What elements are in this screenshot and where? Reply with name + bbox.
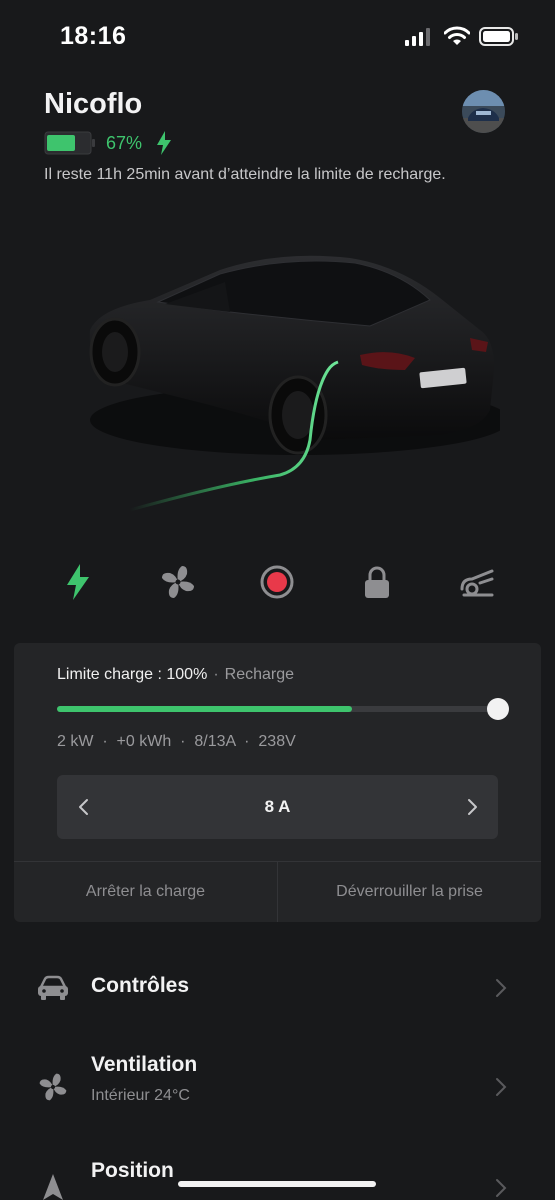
menu-item-position[interactable]: Position (0, 1150, 555, 1200)
charge-time-remaining: Il reste 11h 25min avant d’atteindre la … (44, 166, 446, 183)
menu-item-title: Ventilation (91, 1053, 198, 1076)
battery-percent: 67% (106, 132, 143, 153)
menu-item-ventilation[interactable]: Ventilation Intérieur 24°C (0, 1045, 555, 1125)
unlock-port-button[interactable]: Déverrouiller la prise (278, 862, 541, 922)
vehicle-name: Nicoflo (44, 88, 143, 120)
separator: · (213, 666, 219, 683)
avatar[interactable] (462, 90, 505, 133)
phone-battery-icon (479, 27, 518, 46)
car-icon (38, 975, 68, 1000)
charge-limit-slider-handle[interactable] (487, 698, 509, 720)
charging-bolt-icon (157, 131, 172, 155)
menu-item-title: Position (91, 1159, 174, 1182)
stop-charging-button[interactable]: Arrêter la charge (14, 862, 277, 922)
lock-icon[interactable] (357, 562, 397, 602)
charge-port-icon[interactable] (457, 562, 497, 602)
home-indicator[interactable] (178, 1181, 376, 1187)
charge-limit-row: Limite charge : 100% · Recharge (57, 666, 294, 684)
car-image (89, 255, 500, 512)
battery-status: 67% (44, 130, 172, 156)
record-icon[interactable] (257, 562, 297, 602)
chevron-right-icon (496, 979, 507, 997)
car-battery-icon (44, 131, 95, 155)
charge-stats: 2 kW · +0 kWh · 8/13A · 238V (57, 733, 296, 750)
menu-item-controls[interactable]: Contrôles (0, 955, 555, 1019)
menu-item-subtitle: Intérieur 24°C (91, 1087, 190, 1104)
charge-level-fill (57, 706, 352, 712)
charge-bolt-icon[interactable] (58, 562, 98, 602)
cellular-signal-icon (405, 28, 430, 46)
chevron-right-icon (496, 1078, 507, 1096)
navigation-arrow-icon (43, 1174, 63, 1200)
chevron-right-icon (496, 1179, 507, 1197)
fan-icon[interactable] (158, 562, 198, 602)
wifi-icon (444, 26, 470, 45)
menu-item-title: Contrôles (91, 974, 190, 997)
fan-icon (39, 1073, 67, 1101)
avatar-image (462, 90, 505, 133)
charge-state: Recharge (224, 666, 295, 683)
status-time: 18:16 (60, 22, 127, 50)
chevron-right-icon[interactable] (462, 795, 482, 819)
charge-limit-label: Limite charge : 100% (57, 666, 208, 683)
amps-value: 8 A (264, 797, 291, 816)
